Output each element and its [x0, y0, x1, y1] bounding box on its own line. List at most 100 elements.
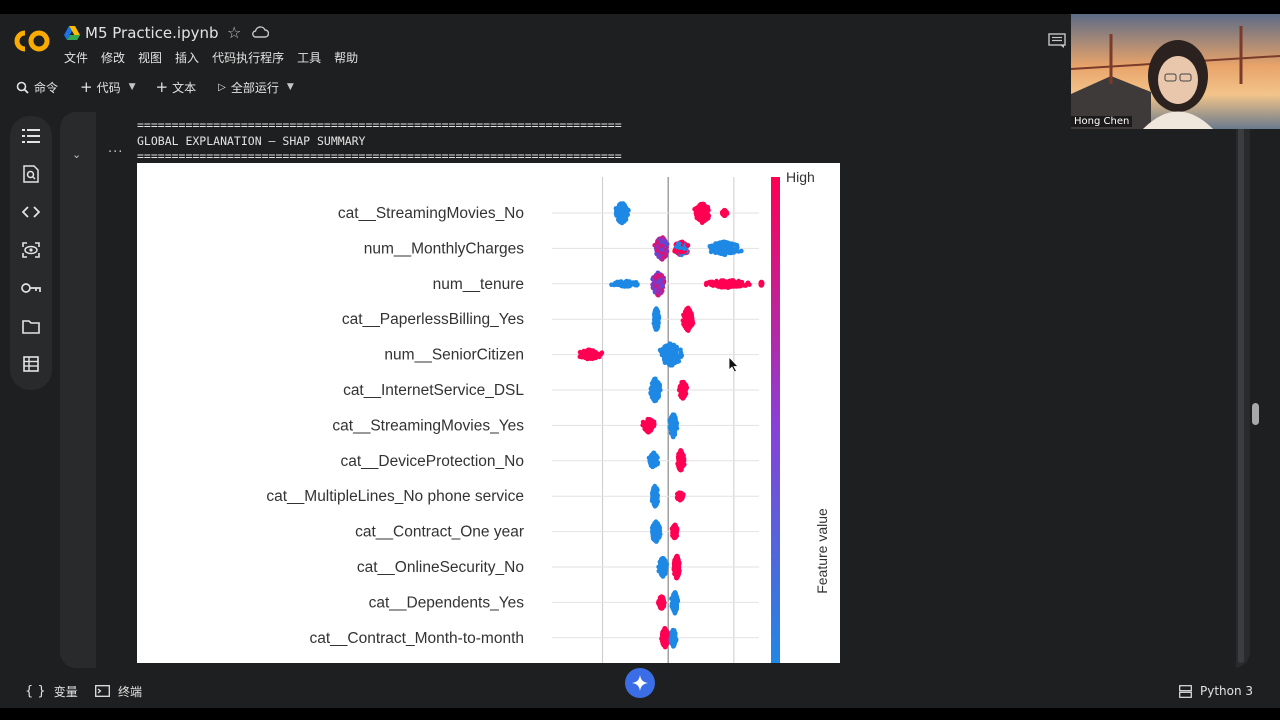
- shap-point: [685, 310, 691, 316]
- feature-label: cat__OnlineSecurity_No: [357, 559, 524, 576]
- shap-point: [677, 245, 682, 250]
- shap-point: [671, 593, 676, 599]
- menu-runtime[interactable]: 代码执行程序: [212, 49, 284, 66]
- data-table-icon[interactable]: [21, 354, 41, 374]
- shap-point: [692, 206, 697, 212]
- star-icon[interactable]: ☆: [227, 23, 241, 42]
- find-icon[interactable]: [21, 164, 41, 184]
- feature-label: cat__InternetService_DSL: [343, 382, 524, 399]
- toolbar: 命令 + 代码 ▼ + 文本 ▷ 全部运行 ▼: [0, 70, 1070, 104]
- code-snippets-icon[interactable]: [21, 202, 41, 222]
- text-label: 文本: [172, 80, 197, 95]
- command-palette-button[interactable]: 命令: [10, 73, 64, 101]
- shap-point: [680, 388, 685, 393]
- menu-insert[interactable]: 插入: [175, 49, 199, 66]
- drive-icon[interactable]: [64, 26, 80, 40]
- video-call-thumbnail[interactable]: [1071, 14, 1280, 129]
- code-label: 代码: [96, 80, 121, 95]
- variables-label: 变量: [53, 684, 78, 699]
- shap-point: [672, 248, 677, 254]
- shap-point: [622, 214, 628, 219]
- feature-label: cat__MultipleLines_No phone service: [266, 488, 524, 505]
- cloud-saved-icon[interactable]: [251, 25, 269, 39]
- shap-point: [654, 387, 659, 392]
- shap-point: [663, 571, 668, 577]
- terminal-button[interactable]: 终端: [95, 683, 142, 700]
- shap-point: [678, 347, 683, 353]
- notebook-title[interactable]: M5 Practice.ipynb: [85, 24, 219, 42]
- shap-point: [598, 352, 604, 357]
- shap-point: [671, 432, 676, 438]
- runtime-status[interactable]: Python 3: [1179, 684, 1253, 698]
- comment-icon[interactable]: [1048, 33, 1066, 49]
- menu-file[interactable]: 文件: [64, 49, 88, 66]
- folder-icon[interactable]: [21, 316, 41, 336]
- shap-point: [662, 239, 667, 245]
- menu-edit[interactable]: 修改: [101, 49, 125, 66]
- play-icon: ▷: [218, 81, 226, 93]
- table-of-contents-icon[interactable]: [21, 126, 41, 146]
- shap-point: [656, 392, 661, 398]
- cell-scrollbar[interactable]: [1238, 128, 1244, 663]
- shap-point: [679, 492, 685, 498]
- menu-tools[interactable]: 工具: [297, 49, 321, 66]
- feature-label: cat__DeviceProtection_No: [340, 453, 524, 470]
- menu-view[interactable]: 视图: [138, 49, 162, 66]
- shap-point: [725, 285, 731, 290]
- participant-video: [1071, 14, 1280, 129]
- shap-point: [653, 456, 659, 461]
- shap-point: [686, 316, 692, 321]
- feature-label: num__SeniorCitizen: [384, 347, 524, 364]
- shap-point: [682, 246, 687, 251]
- shap-point: [677, 560, 682, 565]
- colab-logo[interactable]: [12, 28, 52, 54]
- shap-point: [674, 553, 680, 559]
- shap-point: [617, 213, 623, 218]
- feature-label: cat__Contract_Month-to-month: [309, 630, 524, 647]
- shap-point: [685, 243, 691, 248]
- plus-icon: +: [80, 78, 93, 96]
- search-icon: [16, 81, 29, 94]
- feature-label: cat__StreamingMovies_No: [338, 205, 524, 222]
- variables-button[interactable]: { } 变量: [25, 683, 78, 700]
- colorbar: [771, 177, 780, 663]
- feature-label: cat__StreamingMovies_Yes: [332, 417, 524, 434]
- chevron-down-icon[interactable]: ▼: [129, 82, 136, 92]
- shap-point: [653, 309, 659, 314]
- shap-point: [716, 244, 722, 249]
- shap-point: [662, 641, 668, 646]
- page-scrollbar-thumb[interactable]: [1252, 403, 1259, 425]
- participant-name: Hong Chen: [1071, 116, 1133, 127]
- key-icon[interactable]: [21, 278, 41, 298]
- shap-point: [654, 275, 659, 281]
- runtime-label: Python 3: [1200, 684, 1254, 698]
- shap-point: [662, 630, 668, 635]
- shap-point: [715, 283, 721, 288]
- chevron-down-icon[interactable]: ▼: [287, 82, 294, 92]
- shap-point: [645, 421, 651, 427]
- shap-point: [650, 487, 656, 493]
- shap-point: [683, 315, 688, 320]
- shap-point: [679, 461, 684, 466]
- feature-label: cat__Dependents_Yes: [369, 594, 525, 611]
- shap-point: [674, 495, 680, 500]
- shap-point: [672, 535, 678, 540]
- collapse-chevron-icon[interactable]: ⌄: [72, 148, 81, 161]
- left-sidebar: [10, 116, 52, 390]
- menu-help[interactable]: 帮助: [334, 49, 358, 66]
- run-all-button[interactable]: ▷ 全部运行: [212, 73, 285, 101]
- terminal-label: 终端: [118, 684, 143, 699]
- shap-point: [661, 603, 666, 608]
- gemini-button[interactable]: [625, 668, 655, 698]
- shap-point: [659, 273, 664, 278]
- add-code-button[interactable]: + 代码: [74, 73, 127, 101]
- colorbar-axis-label: Feature value: [814, 508, 830, 594]
- add-text-button[interactable]: + 文本: [150, 73, 203, 101]
- shap-point: [616, 205, 621, 210]
- shap-point: [652, 376, 657, 382]
- variable-inspector-icon[interactable]: [21, 240, 41, 260]
- feature-label: num__tenure: [433, 276, 524, 293]
- separator-line: ========================================…: [137, 118, 622, 132]
- more-options-icon[interactable]: ···: [108, 145, 123, 160]
- shap-point: [656, 289, 662, 295]
